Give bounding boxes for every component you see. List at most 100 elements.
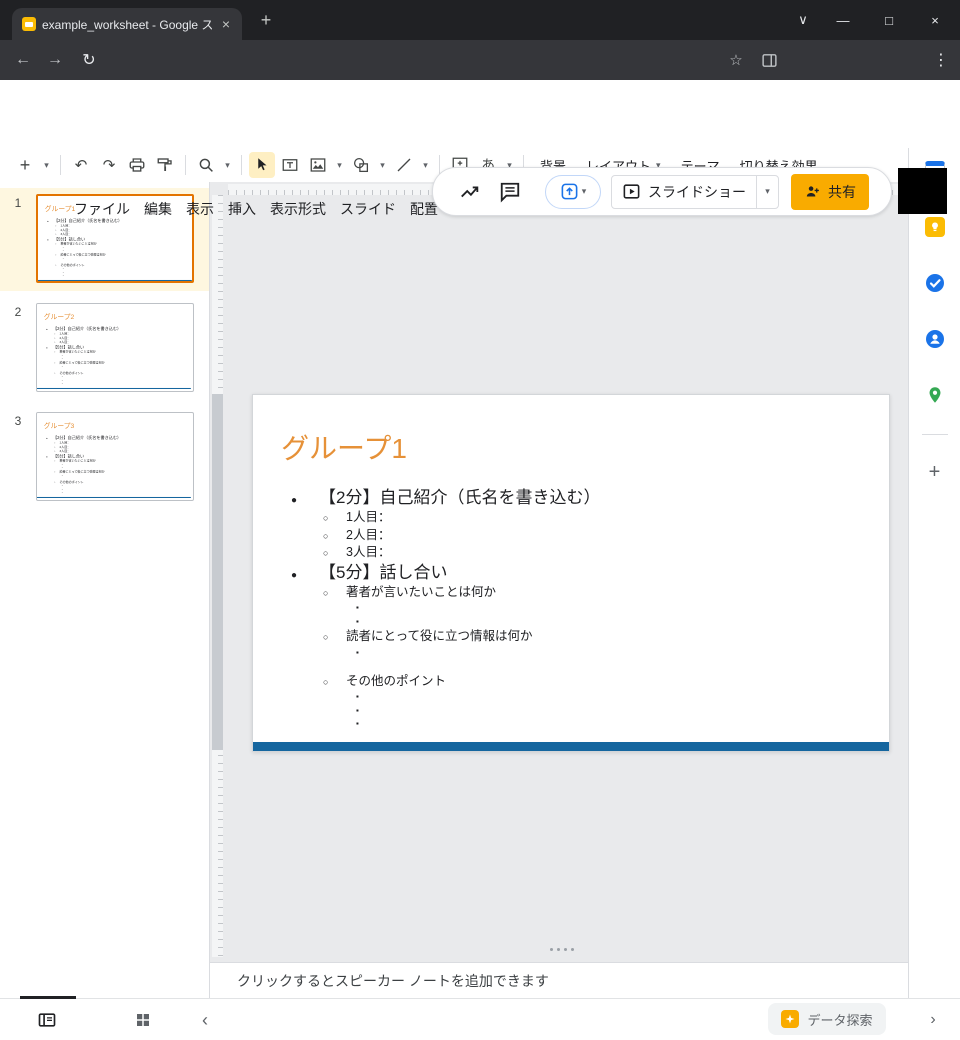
undo-button[interactable]: ↶ — [68, 152, 94, 178]
paint-format-button[interactable] — [152, 152, 178, 178]
tab-close-icon[interactable]: × — [218, 16, 234, 32]
slide-title[interactable]: グループ1 — [45, 204, 75, 214]
select-tool-button[interactable] — [249, 152, 275, 178]
bullet-line: ○読者にとって役に立つ情報は何か — [323, 628, 877, 646]
bookmark-star-icon[interactable]: ☆ — [723, 47, 749, 73]
add-app-icon[interactable]: + — [929, 461, 941, 484]
new-slide-button[interactable]: + — [12, 152, 38, 178]
collapse-filmstrip-icon[interactable]: ‹ — [192, 1007, 218, 1033]
browser-menu-kebab-icon[interactable]: ⋮ — [928, 47, 954, 73]
slides-favicon-icon — [22, 17, 36, 31]
google-apps-rail: 31 + — [908, 148, 960, 998]
filmstrip-panel: 1 グループ1 ●【2分】自己紹介（氏名を書き込む）○1人目：○2人目：○3人目：●… — [0, 182, 210, 998]
new-tab-button[interactable]: + — [252, 10, 280, 30]
image-dropdown-icon[interactable]: ▾ — [333, 152, 346, 178]
slide-title[interactable]: グループ3 — [44, 421, 74, 431]
menu-bar: ファイル編集表示挿入表示形式スライド配置 — [74, 199, 438, 219]
slideshow-dropdown-icon[interactable]: ▾ — [756, 176, 778, 208]
menu-表示[interactable]: 表示 — [186, 199, 214, 219]
slide-body[interactable]: ●【2分】自己紹介（氏名を書き込む）○1人目：○2人目：○3人目：●【5分】話し… — [46, 435, 188, 494]
slide-body[interactable]: ●【2分】自己紹介（氏名を書き込む）○1人目：○2人目：○3人目：●【5分】話し… — [47, 218, 189, 277]
contacts-app-icon[interactable] — [924, 328, 946, 350]
text-box-tool-button[interactable] — [277, 152, 303, 178]
grid-view-button[interactable] — [130, 1007, 156, 1033]
menu-スライド[interactable]: スライド — [340, 199, 396, 219]
app-header: example_worksheet ☆ ファイル編集表示挿入表示形式スライド配置… — [0, 80, 960, 148]
slide-number: 1 — [0, 194, 36, 283]
bullet-line: ○1人目： — [323, 509, 877, 527]
toolbar-separator — [185, 155, 186, 175]
browser-tab[interactable]: example_worksheet - Google スライド × — [12, 8, 242, 40]
new-slide-dropdown-icon[interactable]: ▾ — [40, 152, 53, 178]
explore-button[interactable]: データ探索 — [768, 1003, 886, 1035]
apps-rail-divider — [922, 434, 948, 435]
comment-history-icon[interactable] — [497, 179, 523, 205]
insert-line-button[interactable] — [391, 152, 417, 178]
share-label: 共有 — [828, 182, 856, 202]
window-maximize-button[interactable]: □ — [866, 0, 912, 40]
slide-canvas[interactable]: グループ1 ●【2分】自己紹介（氏名を書き込む）○1人目：○2人目：○3人目：●【… — [253, 395, 889, 751]
present-dropdown-icon[interactable]: ▾ — [582, 186, 587, 197]
zoom-button[interactable] — [193, 152, 219, 178]
bullet-line: ○3人目： — [323, 544, 877, 562]
toolbar-separator — [60, 155, 61, 175]
print-button[interactable] — [124, 152, 150, 178]
bullet-line: ○著者が言いたいことは何か — [323, 584, 877, 602]
slide-accent-bar — [38, 280, 192, 281]
forward-button[interactable]: → — [42, 47, 68, 73]
slide-number: 3 — [0, 412, 36, 501]
menu-挿入[interactable]: 挿入 — [228, 199, 256, 219]
back-button[interactable]: ← — [10, 47, 36, 73]
tasks-app-icon[interactable] — [924, 272, 946, 294]
slideshow-play-icon — [622, 182, 641, 201]
window-close-button[interactable]: × — [912, 0, 958, 40]
refresh-button[interactable]: ↻ — [76, 47, 102, 73]
maps-app-icon[interactable] — [924, 384, 946, 406]
bullet-line: ▪ — [356, 690, 877, 704]
browser-navbar: ← → ↻ docs.google.com /presentation/d/ ☆… — [0, 40, 960, 80]
user-avatar[interactable] — [898, 168, 947, 214]
current-slide[interactable]: グループ1 ●【2分】自己紹介（氏名を書き込む）○1人目：○2人目：○3人目：●【… — [252, 394, 890, 752]
redo-button[interactable]: ↷ — [96, 152, 122, 178]
insert-image-button[interactable] — [305, 152, 331, 178]
filmstrip-slide-3[interactable]: 3 グループ3 ●【2分】自己紹介（氏名を書き込む）○1人目：○2人目：○3人目：●… — [0, 406, 209, 509]
vertical-ruler-slide-extent — [212, 394, 223, 750]
bullet-line: ▪ — [62, 491, 188, 494]
bullet-line: ▪ — [356, 615, 877, 629]
trending-insights-icon[interactable] — [457, 179, 483, 205]
share-button[interactable]: 共有 — [791, 174, 869, 210]
window-minimize-button[interactable]: — — [820, 0, 866, 40]
menu-編集[interactable]: 編集 — [144, 199, 172, 219]
menu-ファイル[interactable]: ファイル — [74, 199, 130, 219]
filmstrip-slide-2[interactable]: 2グループ2●【2分】自己紹介（氏名を書き込む）○1人目：○2人目：○3人目：●… — [0, 297, 209, 400]
notes-resize-handle[interactable] — [550, 948, 574, 951]
insert-shape-button[interactable] — [348, 152, 374, 178]
slideshow-button[interactable]: スライドショー ▾ — [611, 175, 779, 209]
keep-app-icon[interactable] — [924, 216, 946, 238]
browser-titlebar: example_worksheet - Google スライド × + ∨ — … — [0, 0, 960, 40]
shape-dropdown-icon[interactable]: ▾ — [376, 152, 389, 178]
status-bar: ‹ データ探索 › — [0, 998, 960, 1040]
slide-accent-bar — [37, 388, 191, 389]
slide-thumbnail[interactable]: グループ2 ●【2分】自己紹介（氏名を書き込む）○1人目：○2人目：○3人目：●【… — [36, 303, 194, 392]
bullet-line: ▪ — [63, 274, 189, 277]
menu-表示形式[interactable]: 表示形式 — [270, 199, 326, 219]
slide-title[interactable]: グループ2 — [44, 312, 74, 322]
bullet-line: ▪ — [356, 646, 877, 660]
slideshow-label: スライドショー — [648, 182, 746, 202]
bullet-line: ▪ — [62, 382, 188, 385]
bullet-line — [356, 659, 877, 673]
present-button[interactable]: ▾ — [545, 175, 601, 209]
filmstrip-view-button[interactable] — [34, 1007, 60, 1033]
slide-thumbnail[interactable]: グループ3 ●【2分】自己紹介（氏名を書き込む）○1人目：○2人目：○3人目：●【… — [36, 412, 194, 501]
line-dropdown-icon[interactable]: ▾ — [419, 152, 432, 178]
slide-body[interactable]: ●【2分】自己紹介（氏名を書き込む）○1人目：○2人目：○3人目：●【5分】話し… — [291, 487, 877, 731]
slide-title[interactable]: グループ1 — [281, 427, 407, 467]
speaker-notes[interactable]: クリックするとスピーカー ノートを追加できます — [210, 962, 908, 998]
slide-body[interactable]: ●【2分】自己紹介（氏名を書き込む）○1人目：○2人目：○3人目：●【5分】話し… — [46, 326, 188, 385]
explore-label: データ探索 — [807, 1010, 872, 1029]
expand-side-panel-icon[interactable]: › — [920, 1007, 946, 1033]
filmstrip-list: 1 グループ1 ●【2分】自己紹介（氏名を書き込む）○1人目：○2人目：○3人目：●… — [0, 188, 209, 509]
side-panel-icon[interactable] — [756, 47, 782, 73]
zoom-dropdown-icon[interactable]: ▾ — [221, 152, 234, 178]
